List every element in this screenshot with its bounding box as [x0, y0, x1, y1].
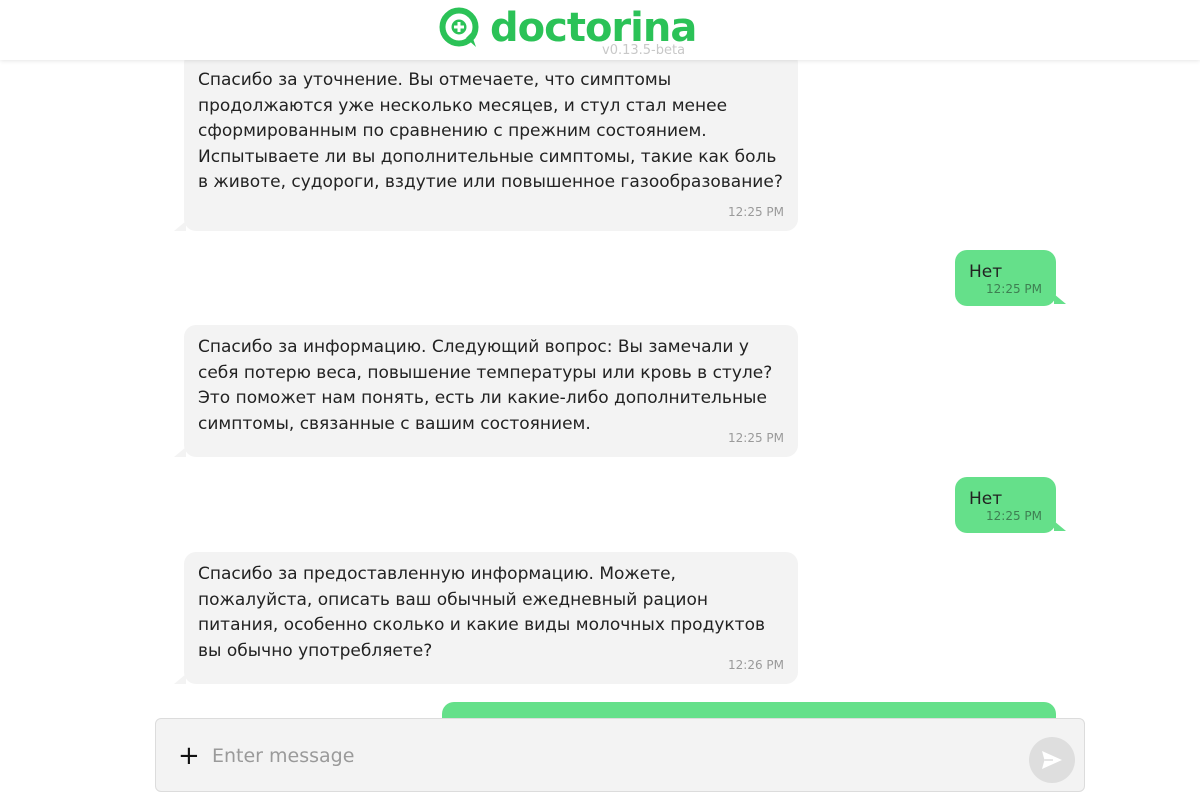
send-icon	[1042, 751, 1062, 769]
message-timestamp: 12:25 PM	[986, 281, 1042, 296]
chat-plus-icon	[439, 7, 479, 47]
message-composer: +	[155, 718, 1085, 792]
message-timestamp: 12:25 PM	[728, 204, 784, 219]
message-timestamp: 12:26 PM	[728, 657, 784, 672]
message-timestamp: 12:25 PM	[728, 430, 784, 445]
chat-area: Спасибо за уточнение. Вы отмечаете, что …	[0, 0, 1200, 720]
bot-message: Спасибо за уточнение. Вы отмечаете, что …	[174, 51, 798, 231]
send-button[interactable]	[1029, 737, 1075, 783]
app-header: doctorina v0.13.5-beta	[0, 0, 1200, 60]
user-message: Нет 12:25 PM	[955, 477, 1066, 533]
message-text: Спасибо за предоставленную информацию. М…	[198, 564, 765, 661]
plus-icon[interactable]: +	[178, 743, 200, 769]
message-input[interactable]	[212, 737, 1012, 775]
message-text: Спасибо за уточнение. Вы отмечаете, что …	[198, 70, 783, 192]
message-text: Спасибо за информацию. Следующий вопрос:…	[198, 337, 773, 434]
message-timestamp: 12:25 PM	[986, 508, 1042, 523]
bot-message: Спасибо за информацию. Следующий вопрос:…	[174, 325, 798, 457]
user-message: Нет 12:25 PM	[955, 250, 1066, 306]
version-label: v0.13.5-beta	[602, 43, 686, 58]
bot-message: Спасибо за предоставленную информацию. М…	[174, 552, 798, 684]
